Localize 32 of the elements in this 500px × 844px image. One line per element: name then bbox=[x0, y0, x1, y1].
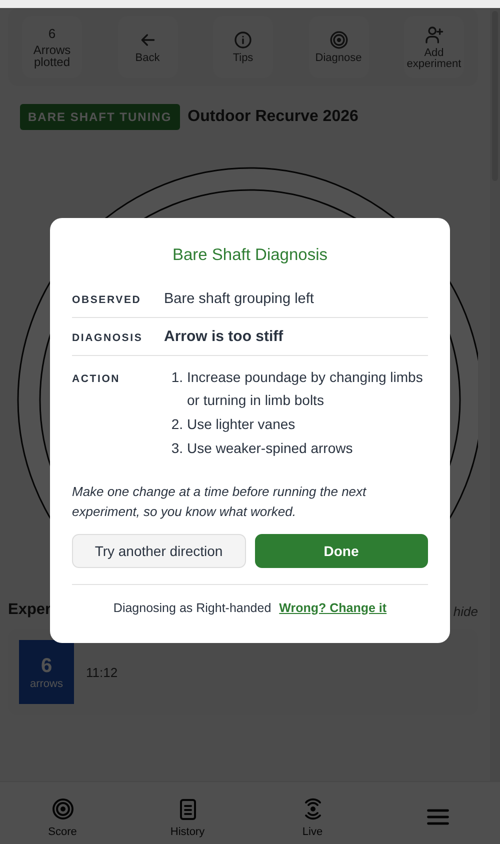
step-number: 2. bbox=[170, 414, 184, 434]
row-label: ACTION bbox=[72, 372, 122, 384]
advice-note: Make one change at a time before running the next experiment, so you know what worked. bbox=[72, 482, 368, 521]
change-link[interactable]: Wrong? Change it bbox=[279, 600, 387, 614]
target-icon bbox=[328, 30, 348, 50]
handedness-text: Diagnosing as Right-handed bbox=[113, 600, 272, 614]
setup-title: Outdoor Recurve 2026 bbox=[188, 108, 358, 126]
tile-count: 6 bbox=[40, 654, 52, 678]
step-number: 3. bbox=[170, 438, 184, 458]
count-label: Arrows plotted bbox=[32, 44, 72, 68]
target-icon bbox=[50, 796, 74, 820]
row-value: Bare shaft grouping left bbox=[164, 290, 314, 306]
step-text: Use lighter vanes bbox=[187, 414, 296, 434]
dialog-title: Bare Shaft Diagnosis bbox=[171, 246, 328, 264]
tile-unit: arrows bbox=[30, 678, 63, 690]
info-icon bbox=[233, 30, 253, 50]
arrow-count: 6 bbox=[48, 26, 56, 41]
nav-tab[interactable]: History bbox=[125, 782, 250, 844]
nav-tab[interactable]: Live bbox=[250, 782, 375, 844]
row-label: DIAGNOSIS bbox=[72, 332, 144, 344]
step-text: Use weaker-spined arrows bbox=[187, 438, 353, 458]
row-label: OBSERVED bbox=[72, 294, 142, 306]
secondary-button[interactable]: Try another direction bbox=[72, 534, 246, 568]
section-heading: Exper bbox=[8, 601, 52, 619]
experiment-time: 11:12 bbox=[86, 664, 118, 680]
step-text: Increase poundage by changing limbs or turning in limb bolts bbox=[187, 368, 424, 410]
done-button[interactable]: Done bbox=[254, 534, 428, 568]
add-person-icon bbox=[424, 24, 444, 44]
step-number: 1. bbox=[170, 368, 184, 386]
mode-badge: BARE SHAFT TUNING bbox=[20, 104, 180, 130]
nav-tab[interactable]: Score bbox=[0, 782, 125, 844]
diagnosis-value: Arrow is too stiff bbox=[164, 328, 284, 344]
